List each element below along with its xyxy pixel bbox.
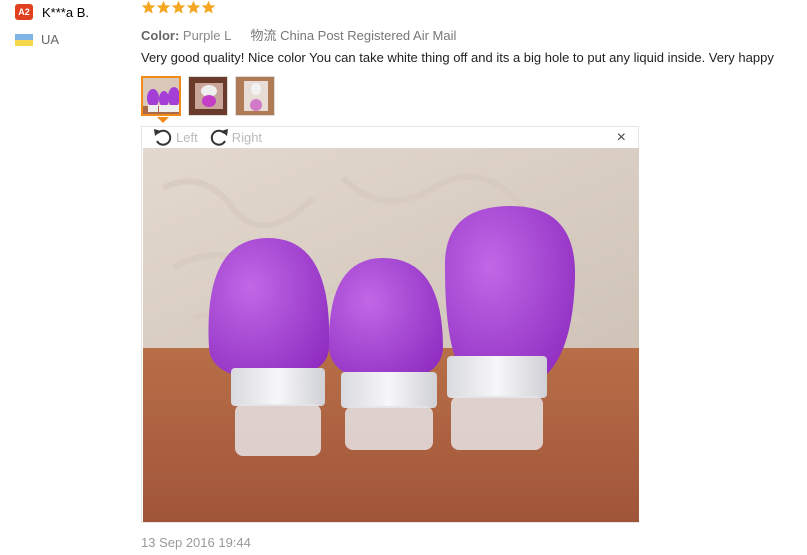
close-icon[interactable]: × — [617, 129, 626, 147]
rotate-right-button[interactable]: Right — [208, 127, 262, 147]
photo-thumbnail[interactable] — [188, 76, 228, 116]
color-value: Purple L — [182, 28, 231, 43]
user-column: A2 K***a B. UA — [15, 3, 135, 47]
photo-thumbnails — [141, 76, 282, 116]
rotate-right-icon — [210, 129, 228, 146]
photo-thumbnail[interactable] — [141, 76, 181, 116]
review-text: Very good quality! Nice color You can ta… — [141, 50, 774, 65]
photo-viewer: Left Right × — [141, 126, 639, 523]
country-label: UA — [41, 32, 60, 47]
rotate-right-label: Right — [231, 129, 263, 145]
star-icon — [171, 0, 186, 14]
star-icon — [156, 0, 171, 14]
rotate-left-label: Left — [176, 129, 198, 145]
review-photo — [143, 148, 639, 522]
star-icon — [186, 0, 201, 14]
level-badge: A2 — [15, 4, 33, 20]
user-name[interactable]: K***a B. — [42, 5, 89, 20]
active-thumb-indicator — [157, 117, 169, 123]
star-icon — [141, 0, 156, 14]
logistics-info: 物流 China Post Registered Air Mail — [250, 28, 457, 43]
flag-icon — [15, 33, 33, 46]
rotate-left-icon — [154, 129, 172, 146]
rotate-left-button[interactable]: Left — [152, 127, 198, 147]
color-label: Color: — [141, 28, 180, 43]
photo-thumbnail[interactable] — [235, 76, 275, 116]
star-rating — [141, 0, 216, 20]
order-meta: Color: Purple L 物流 China Post Registered… — [141, 25, 456, 44]
review-date: 13 Sep 2016 19:44 — [141, 535, 251, 550]
star-icon — [201, 0, 216, 14]
viewer-toolbar: Left Right — [152, 127, 272, 147]
